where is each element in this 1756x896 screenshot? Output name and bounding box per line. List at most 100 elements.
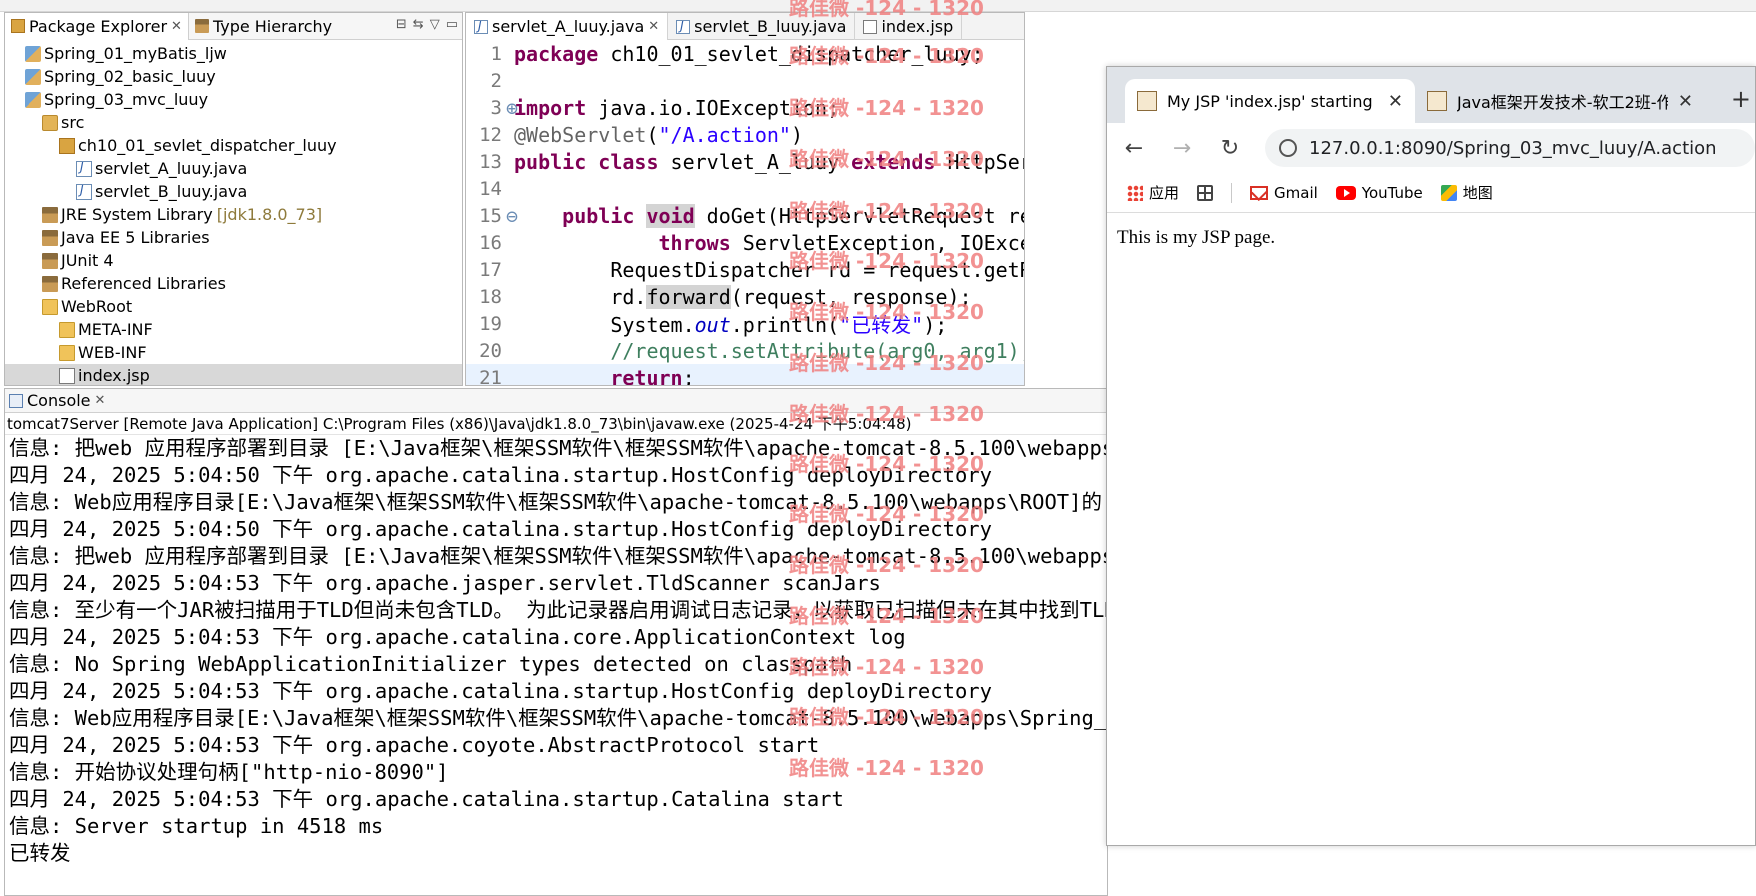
collapse-all-icon[interactable]: ⊟	[396, 17, 407, 32]
tree-item[interactable]: JRE System Library [jdk1.8.0_73]	[5, 203, 462, 226]
console-line: 四月 24, 2025 5:04:53 下午 org.apache.catali…	[9, 787, 844, 811]
close-icon[interactable]: ✕	[95, 393, 106, 408]
line-number: 21	[479, 366, 502, 386]
watermark: 路佳微 -124 - 1320	[789, 502, 984, 526]
source-folder-icon	[42, 114, 58, 131]
watermark: 路佳微 -124 - 1320	[789, 351, 984, 375]
project-icon	[25, 45, 41, 62]
jsp-file-icon	[59, 367, 75, 384]
tab-label: Package Explorer	[29, 16, 168, 36]
bookmark-label: 应用	[1149, 184, 1180, 202]
view-menu-icon[interactable]: ▽	[430, 17, 440, 32]
tree-item[interactable]: WEB-INF	[5, 341, 462, 364]
watermark: 路佳微 -124 - 1320	[789, 249, 984, 273]
site-info-icon[interactable]	[1279, 139, 1297, 157]
line-number: 16	[479, 231, 502, 254]
new-tab-button[interactable]: +	[1731, 85, 1751, 113]
tree-item[interactable]: Referenced Libraries	[5, 272, 462, 295]
address-bar[interactable]: 127.0.0.1:8090/Spring_03_mvc_luuy/A.acti…	[1265, 129, 1755, 167]
link-editor-icon[interactable]: ⇆	[413, 17, 424, 32]
tab-package-explorer[interactable]: Package Explorer ✕	[5, 13, 189, 40]
tab-type-hierarchy[interactable]: Type Hierarchy	[189, 13, 338, 40]
browser-tab-index-jsp[interactable]: My JSP 'index.jsp' starting pa ✕	[1125, 79, 1415, 123]
code-line: @WebServlet("/A.action")	[514, 122, 803, 147]
line-number: 13	[479, 150, 502, 173]
tree-item[interactable]: Spring_02_basic_luuy	[5, 65, 462, 88]
tree-item[interactable]: servlet_A_luuy.java	[5, 157, 462, 180]
tab-title: My JSP 'index.jsp' starting pa	[1167, 91, 1378, 111]
tree-item-label: Spring_03_mvc_luuy	[44, 90, 209, 109]
bookmark-youtube[interactable]: YouTube	[1335, 183, 1423, 202]
tree-item-label: servlet_A_luuy.java	[95, 159, 248, 178]
bookmark-gmail[interactable]: Gmail	[1250, 184, 1318, 202]
tree-item-suffix: [jdk1.8.0_73]	[216, 205, 323, 224]
line-number: 3	[490, 96, 502, 119]
watermark: 路佳微 -124 - 1320	[789, 44, 984, 68]
package-explorer-icon	[11, 19, 25, 33]
package-icon	[59, 137, 75, 154]
tree-item[interactable]: JUnit 4	[5, 249, 462, 272]
watermark: 路佳微 -124 - 1320	[789, 553, 984, 577]
tree-item[interactable]: Spring_03_mvc_luuy	[5, 88, 462, 111]
tree-item-label: Java EE 5 Libraries	[61, 228, 210, 247]
line-number: 12	[479, 123, 502, 146]
line-number: 18	[479, 285, 502, 308]
tab-servlet-a[interactable]: servlet_A_luuy.java ✕	[466, 13, 669, 40]
line-number: 1	[490, 42, 502, 65]
java-file-icon	[76, 160, 92, 177]
back-arrow-icon[interactable]: ←	[1121, 136, 1147, 161]
library-icon	[42, 206, 58, 223]
close-icon[interactable]: ✕	[648, 19, 659, 34]
reload-icon[interactable]: ↻	[1217, 136, 1243, 161]
tab-label: servlet_A_luuy.java	[492, 17, 645, 36]
bookmark-grid[interactable]	[1197, 184, 1214, 201]
bookmark-maps[interactable]: 地图	[1440, 182, 1493, 203]
package-tree: Spring_01_myBatis_ljw Spring_02_basic_luu…	[5, 40, 462, 385]
watermark: 路佳微 -124 - 1320	[789, 705, 984, 729]
page-favicon-icon	[1427, 91, 1447, 111]
java-file-icon	[474, 19, 488, 34]
tree-item[interactable]: META-INF	[5, 318, 462, 341]
apps-icon	[1127, 184, 1143, 201]
tree-item-label: Referenced Libraries	[61, 274, 226, 293]
divider	[1231, 182, 1233, 203]
tree-item[interactable]: WebRoot	[5, 295, 462, 318]
browser-window: My JSP 'index.jsp' starting pa ✕ Java框架开…	[1106, 66, 1756, 846]
code-line: return;	[610, 365, 695, 386]
console-line: 已转发	[9, 841, 71, 865]
line-number: 15	[479, 204, 502, 227]
library-icon	[42, 275, 58, 292]
tree-item[interactable]: ch10_01_sevlet_dispatcher_luuy	[5, 134, 462, 157]
page-favicon-icon	[1137, 91, 1157, 111]
line-number: 2	[490, 69, 502, 92]
youtube-icon	[1335, 185, 1356, 200]
minimize-icon[interactable]: ▭	[446, 17, 458, 32]
line-number: 17	[479, 258, 502, 281]
forward-arrow-icon[interactable]: →	[1169, 136, 1195, 161]
close-icon[interactable]: ✕	[1678, 91, 1693, 112]
tree-item[interactable]: Java EE 5 Libraries	[5, 226, 462, 249]
close-icon[interactable]: ✕	[1388, 91, 1403, 112]
tree-item[interactable]: servlet_B_luuy.java	[5, 180, 462, 203]
browser-toolbar: ← → ↻ 127.0.0.1:8090/Spring_03_mvc_luuy/…	[1107, 123, 1755, 173]
gmail-icon	[1250, 185, 1269, 200]
tree-item-label: JRE System Library	[61, 205, 213, 224]
watermark: 路佳微 -124 - 1320	[789, 147, 984, 171]
tab-console[interactable]: Console	[27, 391, 91, 410]
folder-icon	[42, 298, 58, 315]
tree-item[interactable]: index.jsp	[5, 364, 462, 385]
tree-item[interactable]: Spring_01_myBatis_ljw	[5, 42, 462, 65]
browser-tab-java-course[interactable]: Java框架开发技术-软工2班-作 ✕	[1415, 79, 1705, 123]
bookmark-apps[interactable]: 应用	[1127, 182, 1179, 203]
console-icon	[9, 393, 23, 408]
tree-item-label: Spring_01_myBatis_ljw	[44, 44, 227, 63]
bookmark-label: Gmail	[1274, 183, 1318, 202]
tree-item-label: WEB-INF	[78, 343, 147, 362]
java-file-icon	[76, 183, 92, 200]
bookmark-label: YouTube	[1361, 183, 1423, 202]
tab-title: Java框架开发技术-软工2班-作	[1457, 93, 1668, 112]
close-icon[interactable]: ✕	[171, 19, 182, 34]
tree-item-label: META-INF	[78, 320, 153, 339]
tree-item[interactable]: src	[5, 111, 462, 134]
watermark: 路佳微 -124 - 1320	[789, 300, 984, 324]
